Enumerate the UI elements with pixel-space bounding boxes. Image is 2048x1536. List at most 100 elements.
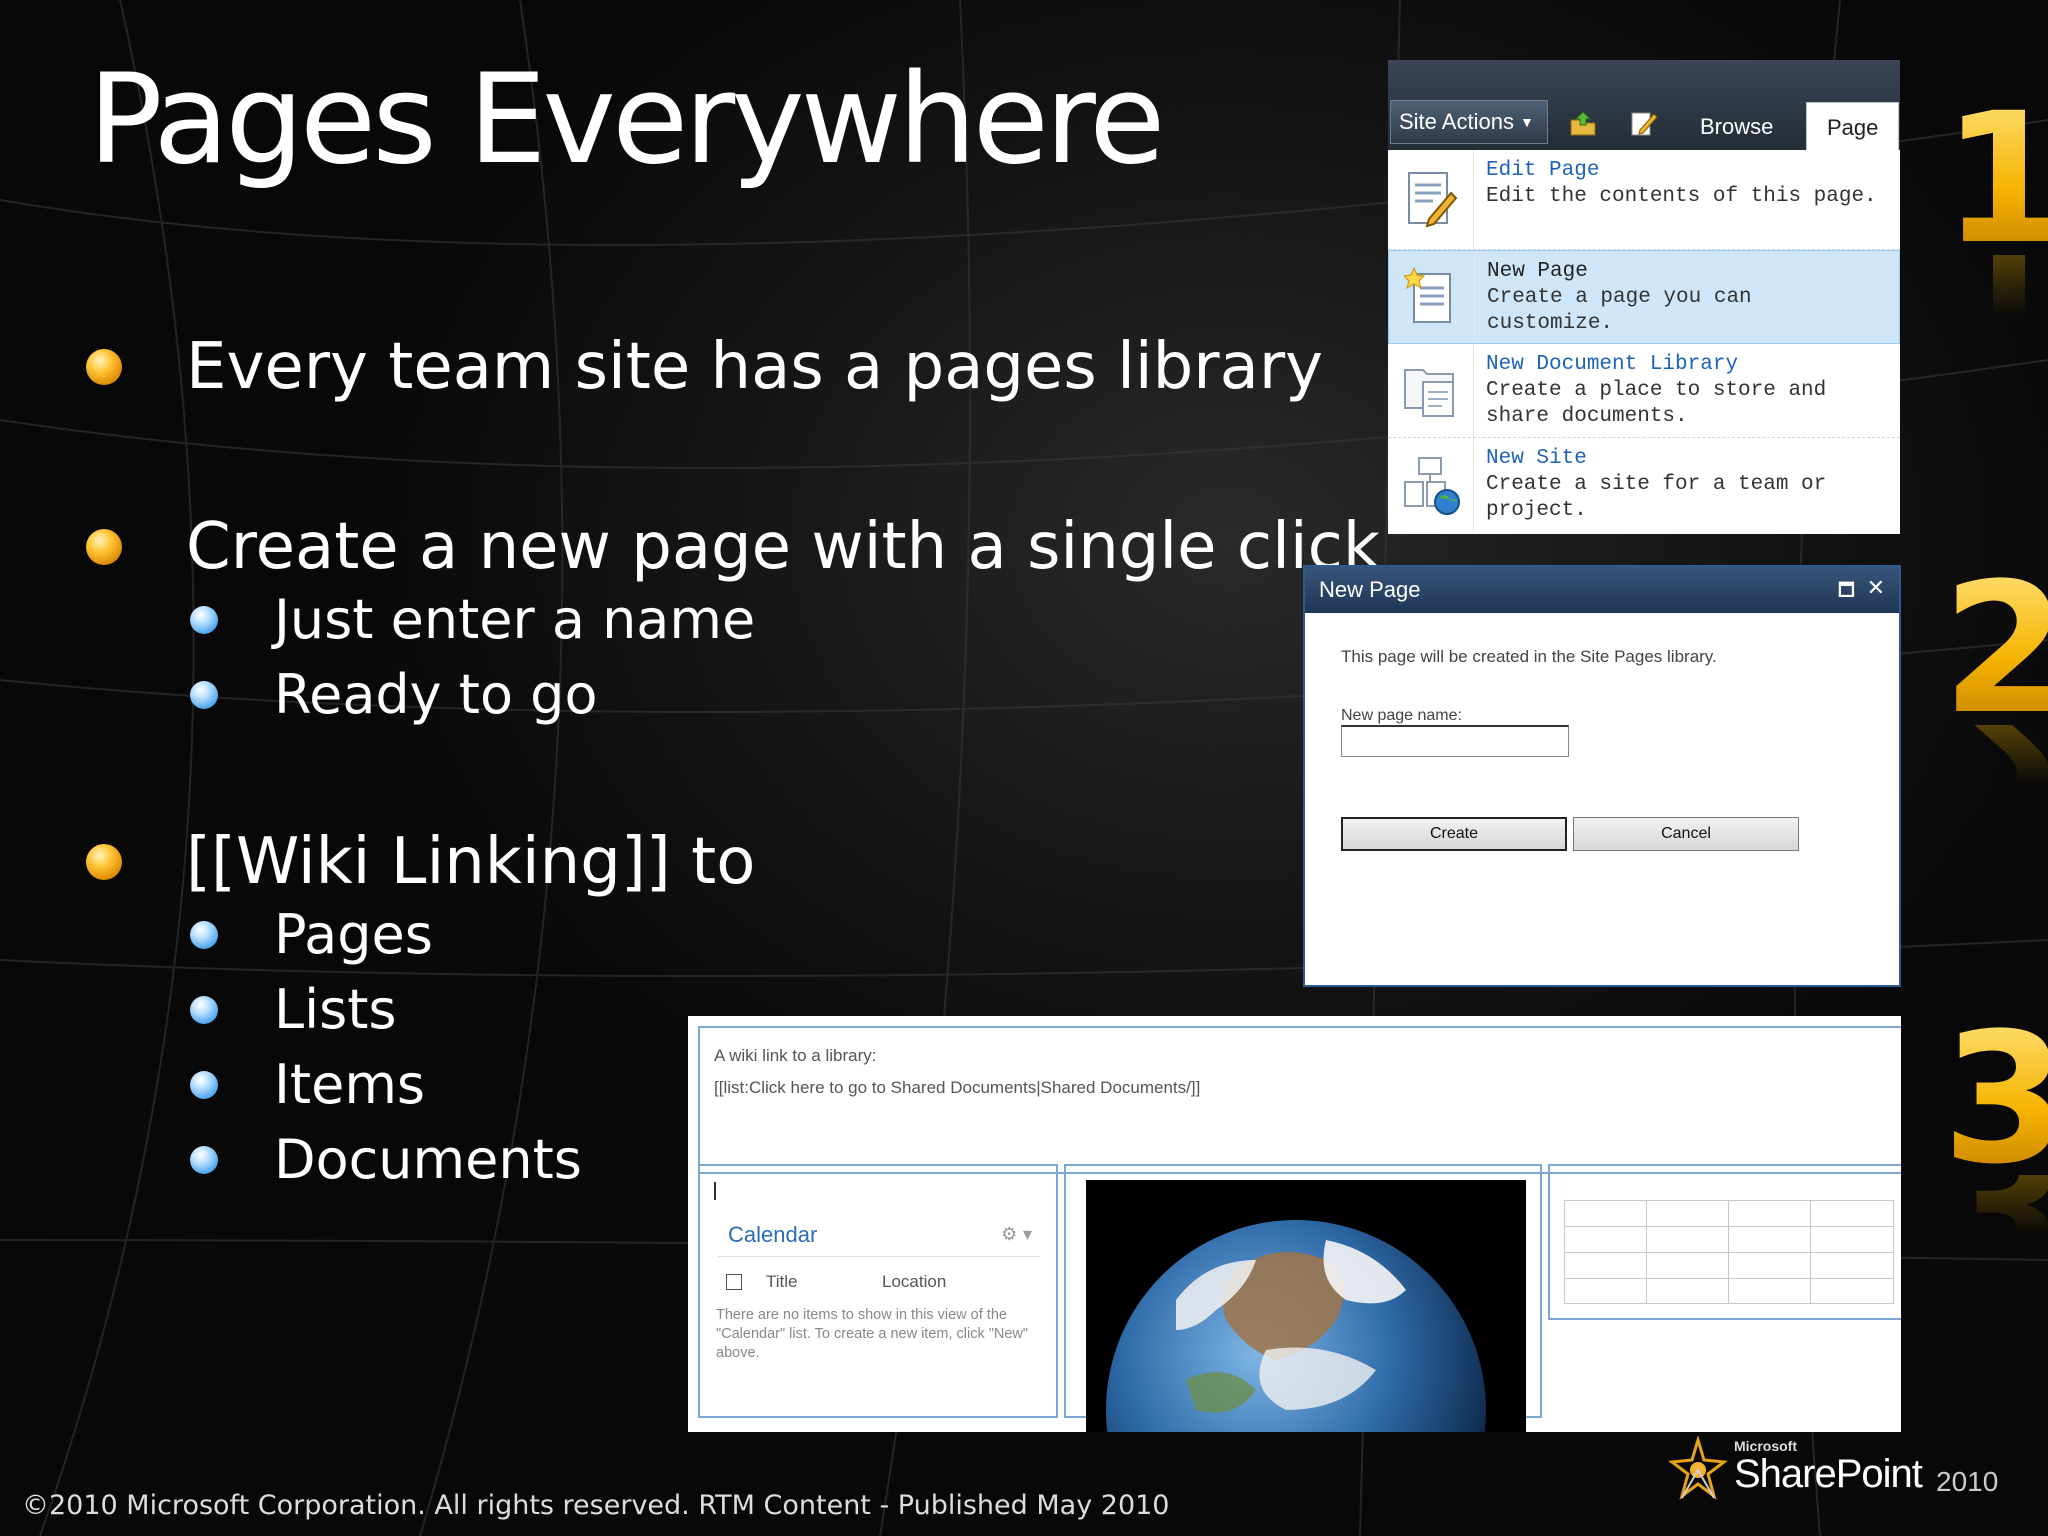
menu-item-text: New Site Create a site for a team or pro…: [1474, 438, 1826, 532]
sub-bullet-text: Pages: [274, 903, 433, 966]
menu-item-desc: Create a page you can: [1487, 286, 1752, 309]
bullet-text: [[Wiki Linking]] to: [186, 825, 756, 899]
menu-item-title: New Site: [1486, 447, 1587, 470]
site-actions-screenshot: Site Actions ▼ Browse Page Edit Page Edi…: [1388, 60, 1900, 534]
sub-bullet-text: Ready to go: [274, 663, 598, 726]
wiki-content-zone: A wiki link to a library: [[list:Click h…: [698, 1026, 1901, 1174]
step-number-1-reflection: 1: [1942, 255, 2048, 365]
page-name-label: New page name:: [1341, 707, 1462, 724]
sub-bullet-item: Pages: [190, 903, 433, 966]
edit-icon[interactable]: [1628, 108, 1658, 138]
divider: [718, 1256, 1040, 1257]
copyright-footer: ©2010 Microsoft Corporation. All rights …: [22, 1490, 1170, 1521]
bullet-dot-icon: [86, 844, 122, 880]
menu-item-edit-page[interactable]: Edit Page Edit the contents of this page…: [1388, 150, 1900, 250]
sharepoint-logo: Microsoft SharePoint 2010: [1668, 1432, 2008, 1508]
navigate-up-icon[interactable]: [1568, 108, 1598, 138]
sub-bullet-dot-icon: [190, 1145, 218, 1174]
sub-bullet-text: Lists: [274, 978, 397, 1041]
new-page-dialog: New Page 🗖 ✕ This page will be created i…: [1303, 565, 1901, 987]
calendar-web-part: Calendar ⚙ ▾ Title Location There are no…: [698, 1164, 1058, 1418]
menu-item-desc: customize.: [1487, 312, 1614, 335]
create-button[interactable]: Create: [1341, 817, 1567, 851]
bullet-item: Every team site has a pages library: [86, 330, 1323, 404]
maximize-icon[interactable]: 🗖: [1838, 578, 1855, 608]
select-all-checkbox[interactable]: [726, 1274, 742, 1290]
bullet-item: Create a new page with a single click: [86, 510, 1380, 584]
site-actions-label: Site Actions: [1399, 109, 1514, 134]
menu-item-title: Edit Page: [1486, 159, 1600, 182]
sub-bullet-item: Just enter a name: [190, 588, 755, 651]
sharepoint-logo-icon: [1668, 1436, 1728, 1500]
wiki-intro-text: A wiki link to a library:: [714, 1046, 877, 1065]
sub-bullet-dot-icon: [190, 1070, 218, 1099]
sub-bullet-text: Items: [274, 1053, 426, 1116]
step-number-3-reflection: 3: [1942, 1175, 2048, 1285]
calendar-title[interactable]: Calendar: [728, 1222, 817, 1248]
sub-bullet-dot-icon: [190, 920, 218, 949]
bullet-dot-icon: [86, 349, 122, 385]
menu-item-text: Edit Page Edit the contents of this page…: [1474, 150, 1877, 249]
sub-bullet-item: Documents: [190, 1128, 582, 1191]
menu-item-desc: share documents.: [1486, 405, 1688, 428]
tab-browse[interactable]: Browse: [1700, 114, 1773, 140]
sub-bullet-text: Just enter a name: [274, 588, 756, 651]
logo-product: SharePoint: [1734, 1452, 1923, 1496]
menu-item-new-site[interactable]: New Site Create a site for a team or pro…: [1388, 438, 1900, 532]
text-cursor: [714, 1182, 716, 1200]
sub-bullet-dot-icon: [190, 995, 218, 1024]
step-number-2: 2: [1942, 560, 2048, 740]
dialog-message: This page will be created in the Site Pa…: [1341, 647, 1717, 666]
slide: Pages Everywhere Every team site has a p…: [0, 0, 2048, 1536]
image-web-part: [1064, 1164, 1542, 1432]
ribbon: Site Actions ▼ Browse Page: [1388, 60, 1900, 150]
calendar-header-row: Title Location: [726, 1272, 946, 1292]
chevron-down-icon: ▼: [1519, 114, 1534, 130]
tab-page[interactable]: Page: [1806, 102, 1900, 150]
empty-table: [1564, 1200, 1894, 1304]
menu-item-title: New Page: [1487, 260, 1588, 283]
sub-bullet-item: Ready to go: [190, 663, 598, 726]
menu-item-title: New Document Library: [1486, 353, 1739, 376]
close-icon[interactable]: ✕: [1867, 575, 1885, 601]
menu-item-desc: Create a site for a team or: [1486, 473, 1827, 496]
page-name-input[interactable]: [1341, 725, 1569, 757]
bullet-item: [[Wiki Linking]] to: [86, 825, 755, 899]
edit-page-icon: [1388, 150, 1474, 249]
calendar-empty-message: There are no items to show in this view …: [716, 1307, 1029, 1361]
new-site-icon: [1388, 438, 1474, 532]
menu-item-text: New Document Library Create a place to s…: [1474, 344, 1826, 437]
bullet-dot-icon: [86, 529, 122, 565]
logo-year: 2010: [1936, 1466, 1999, 1497]
menu-item-desc: Edit the contents of this page.: [1486, 185, 1877, 208]
sub-bullet-item: Items: [190, 1053, 425, 1116]
dialog-title: New Page: [1319, 577, 1421, 602]
bullet-text: Create a new page with a single click: [186, 510, 1380, 584]
wiki-link-markup[interactable]: [[list:Click here to go to Shared Docume…: [714, 1078, 1200, 1098]
sub-bullet-item: Lists: [190, 978, 397, 1041]
step-number-3: 3: [1942, 1010, 2048, 1190]
sub-bullet-dot-icon: [190, 605, 218, 634]
cancel-button[interactable]: Cancel: [1573, 817, 1799, 851]
sub-bullet-text: Documents: [274, 1128, 582, 1191]
wiki-page-screenshot: A wiki link to a library: [[list:Click h…: [688, 1016, 1901, 1432]
document-library-icon: [1388, 344, 1474, 437]
dialog-header: New Page 🗖 ✕: [1305, 567, 1899, 613]
earth-image: [1086, 1180, 1526, 1432]
menu-item-desc: Create a place to store and: [1486, 379, 1827, 402]
gear-icon[interactable]: ⚙ ▾: [1001, 1224, 1032, 1245]
new-page-icon: [1389, 251, 1475, 343]
column-title[interactable]: Title: [766, 1272, 882, 1292]
menu-item-desc: project.: [1486, 499, 1587, 522]
step-number-2-reflection: 2: [1942, 725, 2048, 835]
slide-title: Pages Everywhere: [88, 48, 1165, 192]
site-actions-button[interactable]: Site Actions ▼: [1390, 100, 1548, 144]
menu-item-text: New Page Create a page you can customize…: [1475, 251, 1752, 343]
menu-item-new-document-library[interactable]: New Document Library Create a place to s…: [1388, 344, 1900, 438]
bullet-text: Every team site has a pages library: [186, 330, 1323, 404]
menu-item-new-page[interactable]: New Page Create a page you can customize…: [1388, 250, 1900, 344]
column-location[interactable]: Location: [882, 1272, 946, 1292]
site-actions-menu: Edit Page Edit the contents of this page…: [1388, 150, 1900, 532]
step-numbers: 1 1 2 2 3 3: [1928, 0, 2048, 1400]
table-web-part: [1548, 1164, 1901, 1320]
